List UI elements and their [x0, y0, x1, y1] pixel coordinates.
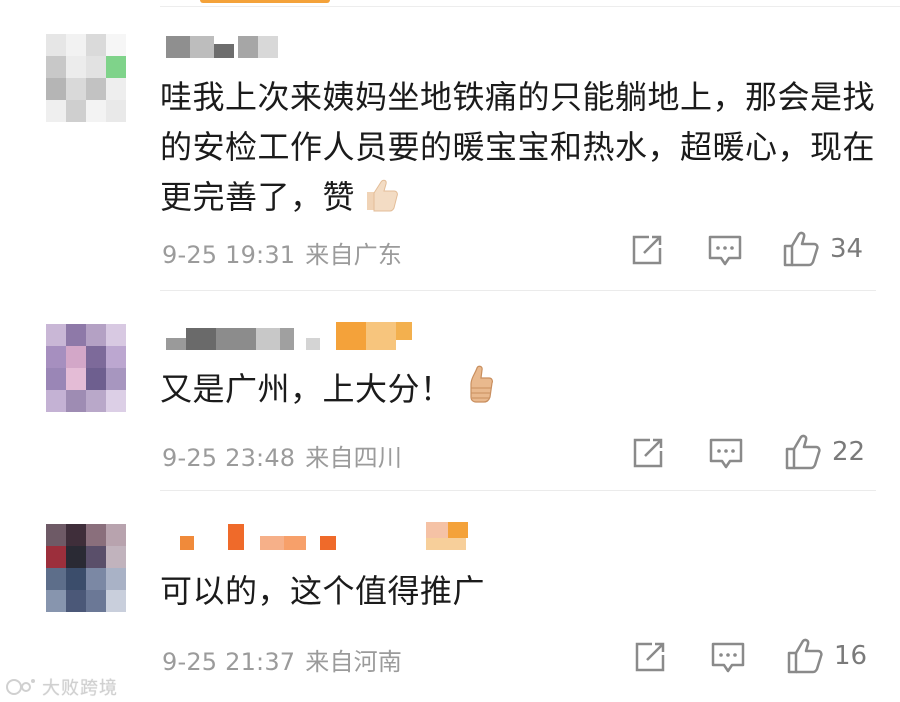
thumbs-up-emoji-icon [361, 174, 401, 228]
comment-meta: 9-25 23:48 来自四川 [162, 438, 402, 473]
avatar[interactable] [46, 524, 126, 612]
comment-list-screen: 哇我上次来姨妈坐地铁痛的只能躺地上，那会是找的安检工作人员要的暖宝宝和热水，超暖… [0, 0, 900, 702]
comment-text: 哇我上次来姨妈坐地铁痛的只能躺地上，那会是找的安检工作人员要的暖宝宝和热水，超暖… [160, 72, 875, 228]
avatar[interactable] [46, 324, 126, 412]
comment-text-content: 又是广州，上大分！ [160, 370, 453, 408]
comment-text: 可以的，这个值得推广 [160, 566, 875, 616]
like-count: 34 [830, 234, 864, 264]
watermark-text: 大败跨境 [42, 678, 118, 699]
comment-meta: 9-25 19:31 来自广东 [162, 235, 402, 270]
comment-meta: 9-25 21:37 来自河南 [162, 642, 402, 677]
like-count: 22 [832, 437, 866, 467]
comment-icon [707, 233, 743, 267]
comment-text: 又是广州，上大分！ [160, 364, 875, 420]
comment-text-content: 哇我上次来姨妈坐地铁痛的只能躺地上，那会是找的安检工作人员要的暖宝宝和热水，超暖… [160, 78, 876, 216]
like-button[interactable]: 34 [782, 230, 863, 268]
comment-item: 又是广州，上大分！ 9-25 23:48 来自四川 22 [0, 290, 900, 490]
comment-button[interactable] [708, 436, 744, 470]
thumbs-up-emoji-icon [459, 364, 499, 420]
comment-icon [708, 436, 744, 470]
comment-location: 来自河南 [305, 648, 403, 676]
comment-item: 可以的，这个值得推广 9-25 21:37 来自河南 16 [0, 490, 900, 702]
username-redacted[interactable] [166, 36, 286, 62]
comment-date: 9-25 21:37 [162, 648, 296, 676]
like-icon [786, 637, 824, 675]
like-icon [784, 433, 822, 471]
comment-date: 9-25 23:48 [162, 444, 296, 472]
watermark: 大败跨境 [6, 674, 118, 700]
like-icon [782, 230, 820, 268]
avatar[interactable] [46, 34, 126, 122]
username-redacted[interactable] [166, 322, 416, 354]
comment-date: 9-25 19:31 [162, 241, 296, 269]
share-button[interactable] [633, 640, 667, 674]
like-button[interactable]: 22 [784, 433, 865, 471]
comment-item: 哇我上次来姨妈坐地铁痛的只能躺地上，那会是找的安检工作人员要的暖宝宝和热水，超暖… [0, 0, 900, 290]
share-button[interactable] [631, 436, 665, 470]
comment-location: 来自广东 [305, 241, 403, 269]
comment-location: 来自四川 [305, 444, 403, 472]
comment-button[interactable] [707, 233, 743, 267]
watermark-logo-icon [6, 676, 36, 698]
comment-text-content: 可以的，这个值得推广 [160, 572, 486, 610]
like-count: 16 [834, 641, 868, 671]
share-button[interactable] [630, 233, 664, 267]
comment-icon [710, 640, 746, 674]
comment-button[interactable] [710, 640, 746, 674]
username-redacted[interactable] [180, 522, 500, 554]
share-icon [631, 436, 665, 470]
like-button[interactable]: 16 [786, 637, 867, 675]
share-icon [630, 233, 664, 267]
share-icon [633, 640, 667, 674]
